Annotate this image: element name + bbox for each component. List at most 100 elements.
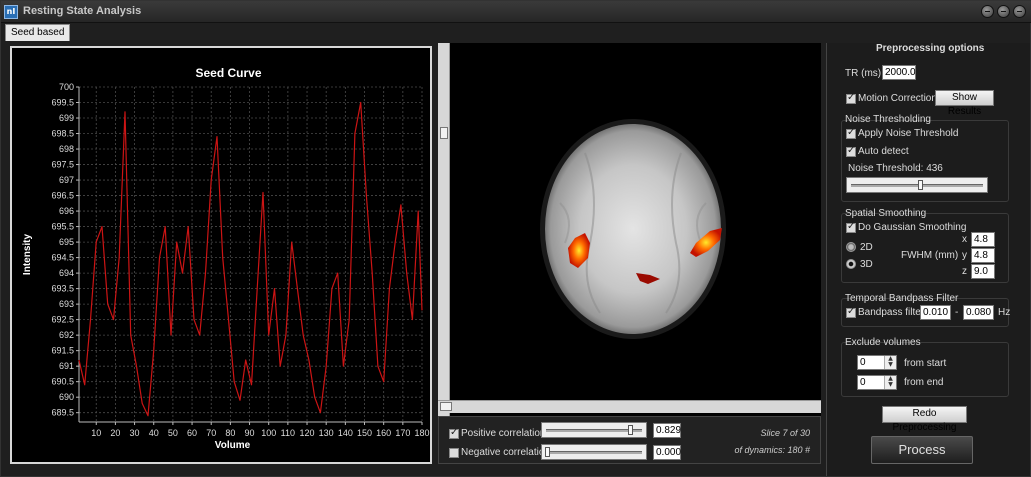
from-start-label: from start (904, 358, 947, 369)
x-tick-label: 50 (168, 428, 178, 438)
y-tick-label: 689.5 (51, 408, 74, 418)
y-tick-label: 696 (59, 206, 74, 216)
seed-curve-chart: 10 20 30 40 50 60 70 80 90 100 110 120 130 140 150 160 1… (10, 46, 432, 464)
bandpass-filter-label: Bandpass filter (858, 307, 925, 318)
tr-input[interactable]: 2000.0 (882, 65, 916, 80)
x-tick-label: 30 (130, 428, 140, 438)
y-tick-label: 692 (59, 330, 74, 340)
y-tick-label: 700 (59, 82, 74, 92)
auto-detect-checkbox[interactable] (846, 145, 856, 157)
x-tick-label: 10 (91, 428, 101, 438)
fwhm-z-input[interactable]: 9.0 (971, 264, 995, 279)
slice-scroll-handle[interactable] (440, 127, 448, 139)
gaussian-smoothing-checkbox[interactable] (846, 221, 856, 233)
bandpass-filter-checkbox[interactable] (846, 306, 856, 318)
y-tick-label: 694.5 (51, 253, 74, 263)
y-tick-label: 694 (59, 268, 74, 278)
exclude-start-value: 0 (860, 357, 866, 368)
motion-correction-checkbox[interactable] (846, 92, 856, 104)
y-tick-label: 698.5 (51, 129, 74, 139)
brain-slice-image (540, 119, 726, 339)
redo-preprocessing-button[interactable]: Redo Preprocessing (882, 406, 967, 433)
x-tick-label: 160 (376, 428, 391, 438)
negative-slider-thumb[interactable] (545, 447, 550, 457)
positive-correlation-slider[interactable] (541, 422, 647, 438)
process-button[interactable]: Process (871, 436, 973, 464)
show-results-button[interactable]: Show Results (935, 90, 994, 117)
y-tick-label: 698 (59, 144, 74, 154)
dynamics-scroll-handle[interactable] (440, 402, 452, 411)
spin-arrows-icon[interactable]: ▲ ▼ (884, 376, 896, 389)
app-logo-icon: nI (4, 5, 18, 19)
y-tick-label: 695 (59, 237, 74, 247)
radio-3d[interactable] (846, 259, 856, 269)
from-end-label: from end (904, 377, 944, 388)
x-tick-label: 180 (414, 428, 429, 438)
correlation-controls: Positive correlation 0.829 Negative corr… (438, 416, 821, 464)
x-tick-label: 110 (281, 428, 295, 438)
negative-correlation-value[interactable]: 0.000 (653, 445, 681, 460)
exclude-volumes-title: Exclude volumes (845, 337, 921, 348)
apply-noise-threshold-checkbox[interactable] (846, 127, 856, 139)
y-tick-label: 690 (59, 392, 74, 402)
y-axis-label: Intensity (22, 234, 33, 276)
x-tick-label: 90 (245, 428, 255, 438)
noise-threshold-slider[interactable] (846, 177, 988, 193)
exclude-start-spinbox[interactable]: 0 ▲ ▼ (857, 355, 897, 370)
y-tick-label: 695.5 (51, 222, 74, 232)
close-icon[interactable] (1013, 5, 1026, 18)
window-title: Resting State Analysis (23, 5, 142, 17)
y-tick-label: 693 (59, 299, 74, 309)
radio-2d[interactable] (846, 242, 856, 252)
maximize-icon[interactable] (997, 5, 1010, 18)
bandpass-dash: - (955, 307, 959, 318)
positive-correlation-value[interactable]: 0.829 (653, 423, 681, 438)
tab-bar: Seed based (1, 23, 1031, 41)
radio-2d-label: 2D (860, 242, 873, 253)
chart-title: Seed Curve (195, 66, 261, 80)
main-window: nI Resting State Analysis Seed based 10 2… (0, 0, 1031, 477)
tab-seed-based[interactable]: Seed based (5, 24, 71, 41)
positive-correlation-checkbox[interactable] (449, 427, 459, 439)
bandpass-low-input[interactable]: 0.010 (920, 305, 951, 320)
x-tick-label: 60 (187, 428, 197, 438)
x-tick-label: 120 (300, 428, 315, 438)
gaussian-smoothing-label: Do Gaussian Smoothing (858, 222, 967, 233)
title-bar: nI Resting State Analysis (1, 1, 1031, 23)
x-tick-label: 40 (149, 428, 159, 438)
y-tick-label: 692.5 (51, 315, 74, 325)
seed-curve-plot: 10 20 30 40 50 60 70 80 90 100 110 120 130 140 150 160 1… (22, 66, 430, 451)
noise-thresholding-title: Noise Thresholding (845, 114, 931, 125)
x-tick-label: 20 (110, 428, 120, 438)
motion-correction-label: Motion Correction (858, 93, 937, 104)
spin-arrows-icon[interactable]: ▲ ▼ (884, 356, 896, 369)
y-label: y (962, 250, 967, 261)
slice-info: Slice 7 of 30 (760, 428, 810, 438)
y-tick-label: 696.5 (51, 191, 74, 201)
positive-slider-thumb[interactable] (628, 425, 633, 435)
noise-slider-thumb[interactable] (918, 180, 923, 190)
x-tick-label: 80 (225, 428, 235, 438)
y-tick-label: 691.5 (51, 346, 74, 356)
fwhm-x-input[interactable]: 4.8 (971, 232, 995, 247)
x-tick-label: 170 (395, 428, 410, 438)
y-tick-label: 693.5 (51, 284, 74, 294)
apply-noise-threshold-label: Apply Noise Threshold (858, 128, 959, 139)
image-viewer (438, 43, 821, 416)
x-tick-label: 100 (261, 428, 276, 438)
minimize-icon[interactable] (981, 5, 994, 18)
dynamics-scrollbar[interactable] (438, 400, 821, 413)
positive-correlation-label: Positive correlation (461, 428, 546, 439)
fwhm-y-input[interactable]: 4.8 (971, 248, 995, 263)
y-tick-label: 699.5 (51, 98, 74, 108)
negative-correlation-slider[interactable] (541, 444, 647, 460)
slice-scrollbar[interactable] (438, 43, 450, 416)
temporal-bandpass-title: Temporal Bandpass Filter (845, 293, 959, 304)
y-tick-label: 691 (59, 361, 74, 371)
preprocessing-header: Preprocessing options (876, 43, 985, 54)
exclude-end-spinbox[interactable]: 0 ▲ ▼ (857, 375, 897, 390)
x-axis-label: Volume (215, 440, 251, 451)
negative-correlation-checkbox[interactable] (449, 448, 459, 458)
hz-label: Hz (998, 307, 1011, 318)
bandpass-high-input[interactable]: 0.080 (963, 305, 994, 320)
